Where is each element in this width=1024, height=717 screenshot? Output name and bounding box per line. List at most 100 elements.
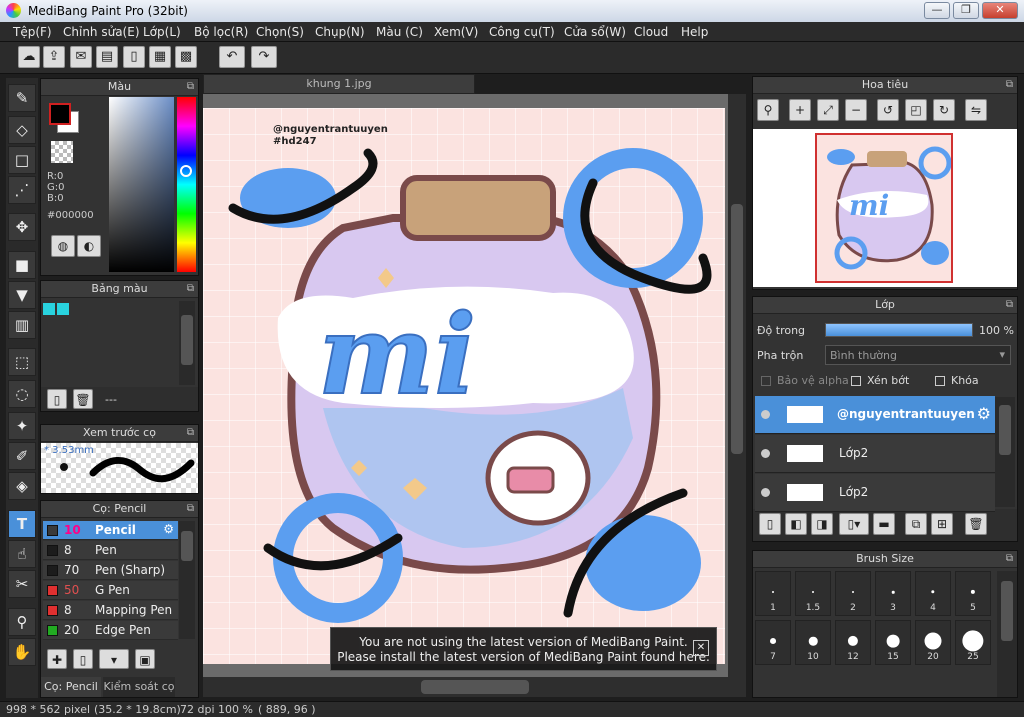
palette-swatch[interactable]	[43, 303, 55, 315]
lock-checkbox[interactable]	[935, 376, 945, 386]
canvas-vertical-scrollbar[interactable]	[728, 94, 746, 677]
brush-item-pen[interactable]: 8 Pen	[43, 541, 178, 560]
hue-slider[interactable]	[177, 97, 196, 272]
delete-palette-icon[interactable]: 🗑	[73, 389, 93, 409]
brush-menu-icon[interactable]: ▾	[99, 649, 129, 669]
panel-popout-icon[interactable]: ⧉	[1006, 77, 1013, 93]
brush-size-7[interactable]: 7	[755, 620, 791, 665]
transparent-color[interactable]	[51, 141, 73, 163]
fill-rect-icon[interactable]: ■	[8, 251, 36, 279]
tab-khung[interactable]: khung 1.jpg	[203, 74, 475, 94]
new-brush-icon[interactable]: ▯	[73, 649, 93, 669]
maximize-button[interactable]: ❐	[953, 2, 979, 19]
panel-popout-icon[interactable]: ⧉	[187, 79, 194, 95]
panel-popout-icon[interactable]: ⧉	[1006, 551, 1013, 567]
layer-row[interactable]: Lớp2	[755, 435, 995, 473]
menu-filter[interactable]: Bộ lọc(R)	[194, 25, 248, 39]
menu-layer[interactable]: Lớp(L)	[143, 25, 181, 39]
panel-popout-icon[interactable]: ⧉	[187, 425, 194, 441]
text-tool-icon[interactable]: T	[8, 510, 36, 538]
undo-icon[interactable]: ↶	[219, 46, 245, 68]
canvas-horizontal-scrollbar[interactable]	[203, 677, 746, 697]
navigator-viewport[interactable]: mi	[815, 133, 953, 283]
merge-layer-icon[interactable]: ⊞	[931, 513, 953, 535]
cloud-icon[interactable]: ☁	[18, 46, 40, 68]
brush-size-25[interactable]: 25	[955, 620, 991, 665]
brush-item-mapping-pen[interactable]: 8 Mapping Pen	[43, 601, 178, 620]
tab-brush-control[interactable]: Kiểm soát cọ	[103, 677, 175, 697]
menu-cloud[interactable]: Cloud	[634, 25, 668, 39]
blend-mode-select[interactable]: Bình thường ▾	[825, 345, 1011, 365]
menu-window[interactable]: Cửa sổ(W)	[564, 25, 626, 39]
brush-item-g-pen[interactable]: 50 G Pen	[43, 581, 178, 600]
gradient-icon[interactable]: ▥	[8, 311, 36, 339]
minimize-button[interactable]: —	[924, 2, 950, 19]
eye-icon[interactable]	[761, 410, 770, 419]
message-icon[interactable]: ▤	[96, 46, 118, 68]
new-halftone-layer-icon[interactable]: ◨	[811, 513, 833, 535]
add-layer-menu-icon[interactable]: ▯▾	[839, 513, 869, 535]
opacity-slider[interactable]	[825, 323, 973, 337]
brush-settings-icon[interactable]: ▣	[135, 649, 155, 669]
menu-file[interactable]: Tệp(F)	[13, 25, 52, 39]
brush-item-pen-sharp[interactable]: 70 Pen (Sharp)	[43, 561, 178, 580]
comment-icon[interactable]: ✉	[70, 46, 92, 68]
brush-size-5[interactable]: 5	[955, 571, 991, 616]
brush-size-15[interactable]: 15	[875, 620, 911, 665]
artwork-canvas[interactable]: @nguyentrantuuyen #hd247 mi	[203, 108, 725, 664]
menu-help[interactable]: Help	[681, 25, 708, 39]
zoom-in-icon[interactable]: +	[789, 99, 811, 121]
palette-scrollbar[interactable]	[179, 301, 195, 385]
tab-brush[interactable]: Cọ: Pencil	[41, 677, 101, 697]
new-color-layer-icon[interactable]: ◧	[785, 513, 807, 535]
layout-icon[interactable]: ▦	[149, 46, 171, 68]
share-icon[interactable]: ⇪	[43, 46, 65, 68]
layer-scrollbar[interactable]	[995, 397, 1015, 507]
hand-tool-icon[interactable]: ✋	[8, 638, 36, 666]
brush-size-scrollbar[interactable]	[997, 571, 1017, 697]
flip-icon[interactable]: ⇋	[965, 99, 987, 121]
folder-icon[interactable]: ▬	[873, 513, 895, 535]
magic-wand-icon[interactable]: ✦	[8, 412, 36, 440]
brush-size-2[interactable]: 2	[835, 571, 871, 616]
brush-tool-icon[interactable]: ✎	[8, 84, 36, 112]
panel-popout-icon[interactable]: ⧉	[187, 501, 194, 517]
move-tool-icon[interactable]: ✥	[8, 213, 36, 241]
page-icon[interactable]: ▯	[123, 46, 145, 68]
dot-tool-icon[interactable]: ⋰	[8, 176, 36, 204]
saturation-value-picker[interactable]	[109, 97, 174, 272]
protect-alpha-checkbox[interactable]	[761, 376, 771, 386]
navigator-preview[interactable]: mi	[753, 129, 1017, 287]
delete-layer-icon[interactable]: 🗑	[965, 513, 987, 535]
close-button[interactable]: ✕	[982, 2, 1018, 19]
menu-select[interactable]: Chọn(S)	[256, 25, 304, 39]
eye-icon[interactable]	[761, 488, 770, 497]
menu-color[interactable]: Màu (C)	[376, 25, 423, 39]
brush-size-1.5[interactable]: 1.5	[795, 571, 831, 616]
color-wheel-icon[interactable]: ◍	[51, 235, 75, 257]
clipping-checkbox[interactable]	[851, 376, 861, 386]
add-brush-icon[interactable]: ✚	[47, 649, 67, 669]
menu-edit[interactable]: Chỉnh sửa(E)	[63, 25, 140, 39]
brush-size-3[interactable]: 3	[875, 571, 911, 616]
select-eraser-icon[interactable]: ◈	[8, 472, 36, 500]
hue-handle[interactable]	[180, 165, 192, 177]
brush-scrollbar[interactable]	[179, 521, 195, 639]
shape-tool-icon[interactable]: □	[8, 146, 36, 174]
duplicate-layer-icon[interactable]: ⧉	[905, 513, 927, 535]
panel-popout-icon[interactable]: ⧉	[187, 281, 194, 297]
foreground-color[interactable]	[49, 103, 71, 125]
gear-icon[interactable]: ⚙	[163, 522, 174, 536]
brush-size-20[interactable]: 20	[915, 620, 951, 665]
brush-item-edge-pen[interactable]: 20 Edge Pen	[43, 621, 178, 640]
divide-tool-icon[interactable]: ✂	[8, 570, 36, 598]
select-rect-icon[interactable]: ⬚	[8, 348, 36, 376]
zoom-search-icon[interactable]: ⚲	[757, 99, 779, 121]
menu-snap[interactable]: Chụp(N)	[315, 25, 365, 39]
rotate-right-icon[interactable]: ↻	[933, 99, 955, 121]
zoom-out-icon[interactable]: −	[845, 99, 867, 121]
fit-icon[interactable]: ⤢	[817, 99, 839, 121]
brush-size-1[interactable]: 1	[755, 571, 791, 616]
menu-view[interactable]: Xem(V)	[434, 25, 478, 39]
select-pen-icon[interactable]: ✐	[8, 442, 36, 470]
